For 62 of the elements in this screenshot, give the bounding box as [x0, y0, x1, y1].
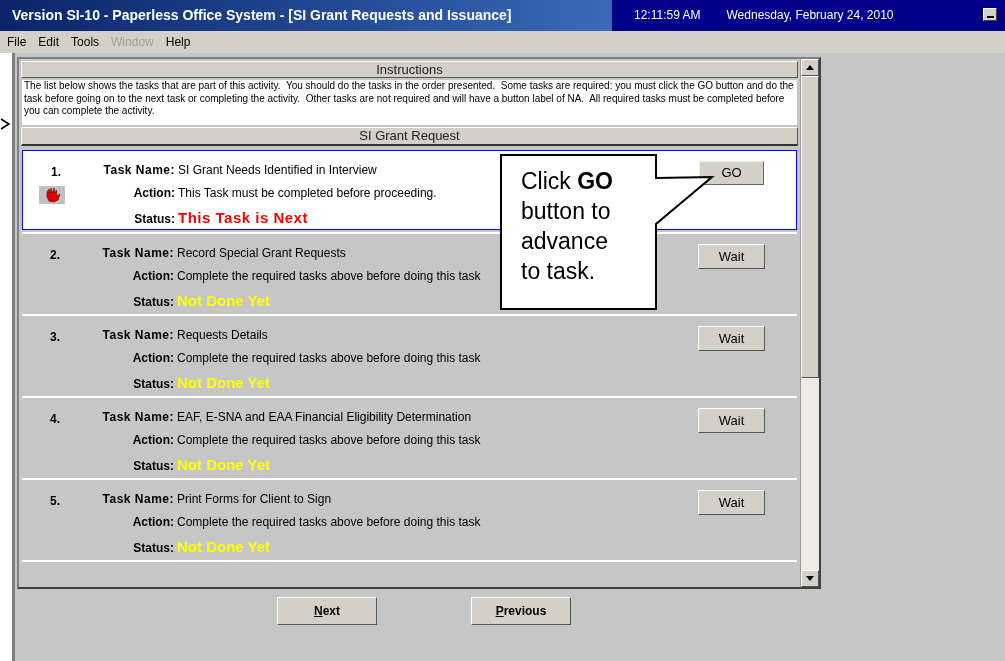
task-button[interactable]: Wait [698, 408, 765, 433]
scrollbar[interactable] [800, 59, 819, 587]
scroll-thumb[interactable] [801, 76, 819, 378]
task-name-label: Task Name: [101, 491, 174, 508]
instructions-text: The list below shows the tasks that are part of this activity. You should do the tasks in the order presented. Some tasks are required: you must click the GO button and do the task before going on to the next task or completing the activity. Other tasks are not required and will have a button label of NA. All required tasks must be completed before you can complete the activity. [22, 80, 797, 125]
stop-hand-icon [39, 186, 65, 204]
status-label: Status: [132, 458, 174, 475]
task-name: Record Special Grant Requests [177, 245, 346, 262]
status-label: Status: [133, 211, 175, 228]
task-button[interactable]: Wait [698, 244, 765, 269]
task-name-label: Task Name: [101, 245, 174, 262]
menu-item[interactable]: File [7, 33, 27, 51]
action-label: Action: [131, 350, 174, 367]
menu-item[interactable]: Help [165, 33, 191, 51]
status-text: Not Done Yet [177, 455, 271, 475]
task-name: Requests Details [177, 327, 268, 344]
menu-item[interactable]: Tools [71, 33, 100, 51]
task-name-label: Task Name: [101, 409, 174, 426]
action-label: Action: [132, 185, 175, 202]
action-label: Action: [131, 514, 174, 531]
clock-date: Wednesday, February 24, 2010 [726, 7, 894, 24]
action-text: This Task must be completed before proceeding. [178, 185, 437, 202]
action-text: Complete the required tasks above before doing this task [177, 432, 481, 449]
scroll-down-button[interactable] [801, 570, 819, 587]
status-text: Not Done Yet [177, 291, 271, 311]
task-button[interactable]: Wait [698, 326, 765, 351]
task-number: 3. [50, 329, 60, 346]
task-button[interactable]: GO [699, 161, 764, 185]
nav-button[interactable]: Previous [471, 597, 571, 625]
task-button[interactable]: Wait [698, 490, 765, 515]
task-name: SI Grant Needs Identified in Interview [178, 162, 377, 179]
task-name-label: Task Name: [101, 327, 174, 344]
status-label: Status: [132, 540, 174, 557]
action-text: Complete the required tasks above before doing this task [177, 350, 481, 367]
task-name: Print Forms for Client to Sign [177, 491, 332, 508]
action-text: Complete the required tasks above before doing this task [177, 268, 481, 285]
task-number: 5. [50, 493, 60, 510]
section-header: SI Grant Request [21, 127, 798, 146]
instructions-header: Instructions [21, 61, 798, 78]
window-title: Version SI-10 - Paperless Office System - [SI Grant Requests and Issuance] [12, 6, 512, 25]
scroll-up-button[interactable] [801, 59, 819, 76]
clock-time: 12:11:59 AM [634, 7, 701, 24]
down-triangle-icon [806, 576, 814, 581]
status-text: Not Done Yet [177, 373, 271, 393]
status-label: Status: [132, 294, 174, 311]
status-text: This Task is Next [178, 208, 308, 228]
action-label: Action: [131, 268, 174, 285]
callout-text: Click GO button to advance to task. [521, 167, 614, 286]
status-text: Not Done Yet [177, 537, 271, 557]
task-number: 4. [50, 411, 60, 428]
action-text: Complete the required tasks above before doing this task [177, 514, 481, 531]
nav-button[interactable]: Next [277, 597, 377, 625]
task-number: 2. [50, 247, 60, 264]
task-number: 1. [51, 164, 61, 181]
up-triangle-icon [806, 65, 814, 70]
action-label: Action: [131, 432, 174, 449]
minimize-button[interactable] [983, 8, 997, 21]
arrowhead-icon [0, 118, 10, 130]
task-name-label: Task Name: [102, 162, 175, 179]
status-label: Status: [132, 376, 174, 393]
task-name: EAF, E-SNA and EAA Financial Eligibility Determination [177, 409, 472, 426]
menu-item[interactable]: Edit [38, 33, 60, 51]
